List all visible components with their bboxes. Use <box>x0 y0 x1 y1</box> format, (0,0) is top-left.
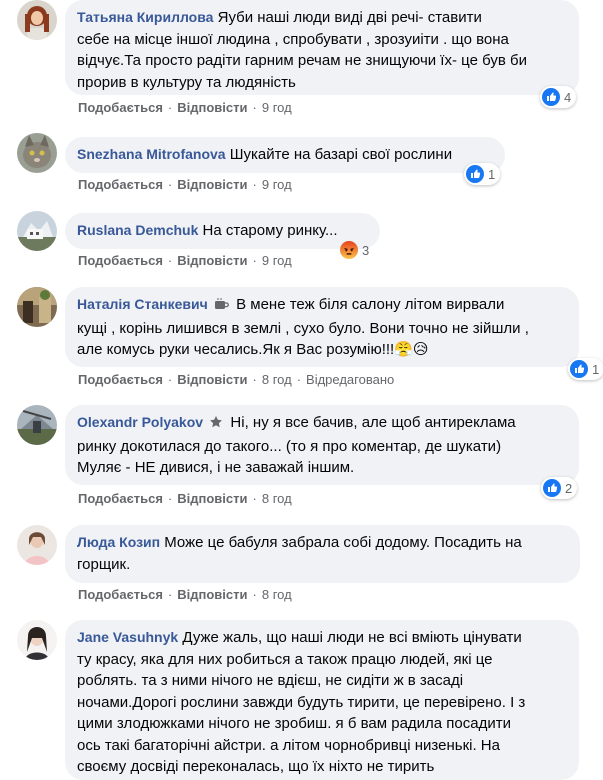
comment-actions: Подобається · Відповісти · 8 год · Відредагова… <box>78 372 395 387</box>
reply-button[interactable]: Відповісти <box>177 177 247 192</box>
reply-button[interactable]: Відповісти <box>177 491 247 506</box>
comment-actions: Подобається · Відповісти · 8 год <box>78 587 292 602</box>
comment-text-line: цими злодюжками нічого не зробиш. я б ва… <box>77 715 511 732</box>
reaction-count: 4 <box>564 89 572 105</box>
comment-text-line: відчує.Та просто радіти гарним речам не … <box>77 52 527 69</box>
comment-author[interactable]: Snezhana Mitrofanova <box>77 146 226 162</box>
like-button[interactable]: Подобається <box>78 587 163 602</box>
comment-text-line: горщик. <box>77 555 131 573</box>
comment-time[interactable]: 8 год <box>262 587 292 602</box>
comment-bubble: Наталія Станкевич В мене теж біля салону… <box>65 287 579 367</box>
comment-bubble: Snezhana Mitrofanova Шукайте на базарі с… <box>65 137 505 173</box>
comment-text-line: своєму досвіді переконалась, що їх ніхто… <box>77 758 435 775</box>
comment-text-line: кущі , корінь лишився в землі , сухо бул… <box>77 319 529 337</box>
comment-text-line: Ні, ну я все бачив, але щоб антиреклама <box>230 414 516 431</box>
comment-time[interactable]: 8 год <box>262 372 292 387</box>
comment-text-line: Яуби наші люди виді дві речі- ставити <box>217 9 482 26</box>
avatar[interactable] <box>17 287 57 327</box>
reaction-summary[interactable]: 1 <box>568 358 603 380</box>
comment-bubble: Jane Vasuhnyk Дуже жаль, що наші люди не… <box>65 620 579 780</box>
reaction-summary[interactable]: 2 <box>541 477 578 499</box>
comment-author[interactable]: Люда Козип <box>77 534 160 550</box>
comment-time[interactable]: 9 год <box>262 100 292 115</box>
reply-button[interactable]: Відповісти <box>177 587 247 602</box>
reaction-count: 3 <box>362 242 370 258</box>
comment-author[interactable]: Ruslana Demchuk <box>77 222 198 238</box>
like-icon <box>542 88 560 106</box>
avatar[interactable] <box>17 211 57 251</box>
like-button[interactable]: Подобається <box>78 100 163 115</box>
reaction-summary[interactable]: 3 <box>338 239 374 261</box>
like-button[interactable]: Подобається <box>78 177 163 192</box>
comment-bubble: Татьяна Кириллова Яуби наші люди виді дв… <box>65 0 579 95</box>
comment-text-line: Шукайте на базарі свої рослини <box>229 146 453 163</box>
comment-text-line: прорив в культуру та людяність <box>77 73 296 91</box>
comment-actions: Подобається · Відповісти · 9 год <box>78 253 292 268</box>
angry-icon <box>340 241 358 259</box>
avatar[interactable] <box>17 405 57 445</box>
avatar[interactable] <box>17 0 57 40</box>
comment-actions: Подобається · Відповісти · 9 год <box>78 100 292 115</box>
comment-text-line: ось такі багаторічні айстри. а літом чор… <box>77 736 500 754</box>
comment-text-line: Дуже жаль, що наші люди не всі вміють ці… <box>182 629 522 646</box>
comment-text-line: В мене теж біля салону літом вирвали <box>236 296 505 313</box>
reply-button[interactable]: Відповісти <box>177 253 247 268</box>
like-icon <box>466 165 484 183</box>
comment-text-line: але комусь руки чесались.Як я Вас розумі… <box>77 341 429 358</box>
comment-text-line: ринку докотилася до такого... (то я про … <box>77 437 502 455</box>
reaction-count: 2 <box>565 480 573 496</box>
comment-bubble: Olexandr Polyakov Ні, ну я все бачив, ал… <box>65 405 579 485</box>
like-button[interactable]: Подобається <box>78 372 163 387</box>
comment-time[interactable]: 9 год <box>262 177 292 192</box>
comment-actions: Подобається · Відповісти · 8 год <box>78 491 292 506</box>
comment-text-line: роблять. та з ними нічого не вдієш, не с… <box>77 672 464 689</box>
edited-label: Відредаговано <box>306 372 395 387</box>
like-button[interactable]: Подобається <box>78 253 163 268</box>
reaction-count: 1 <box>592 361 600 377</box>
comment-text-line: ту красу, яка для них робиться а також п… <box>77 650 493 668</box>
reaction-count: 1 <box>488 166 496 182</box>
comment-text-line: ночами.Дорогі рослини завжди будуть тири… <box>77 693 526 711</box>
reply-button[interactable]: Відповісти <box>177 372 247 387</box>
comment-text-line: Може це бабуля забрала собі додому. Поса… <box>164 534 522 551</box>
comment-author[interactable]: Татьяна Кириллова <box>77 9 213 25</box>
reaction-summary[interactable]: 1 <box>464 163 501 185</box>
comment-text-line: Муляє - НЕ дивися, і не заважай іншим. <box>77 459 355 476</box>
avatar[interactable] <box>17 525 57 565</box>
like-button[interactable]: Подобається <box>78 491 163 506</box>
reply-button[interactable]: Відповісти <box>177 100 247 115</box>
comment-author[interactable]: Olexandr Polyakov <box>77 414 203 430</box>
comment-author[interactable]: Наталія Станкевич <box>77 296 208 312</box>
avatar[interactable] <box>17 620 57 660</box>
comment-bubble: Ruslana Demchuk На старому ринку... <box>65 213 380 249</box>
comment-author[interactable]: Jane Vasuhnyk <box>77 629 178 645</box>
reaction-summary[interactable]: 4 <box>540 86 577 108</box>
avatar[interactable] <box>17 133 57 173</box>
comment-bubble: Люда Козип Може це бабуля забрала собі д… <box>65 525 580 583</box>
like-icon <box>570 360 588 378</box>
comment-time[interactable]: 8 год <box>262 491 292 506</box>
coffee-cup-icon <box>214 296 229 318</box>
comment-actions: Подобається · Відповісти · 9 год <box>78 177 292 192</box>
comment-text-line: себе на місце іншої людина , спробувати … <box>77 30 509 48</box>
star-icon <box>209 414 223 436</box>
like-icon <box>543 479 561 497</box>
comment-text-line: На старому ринку... <box>202 222 338 239</box>
comment-time[interactable]: 9 год <box>262 253 292 268</box>
